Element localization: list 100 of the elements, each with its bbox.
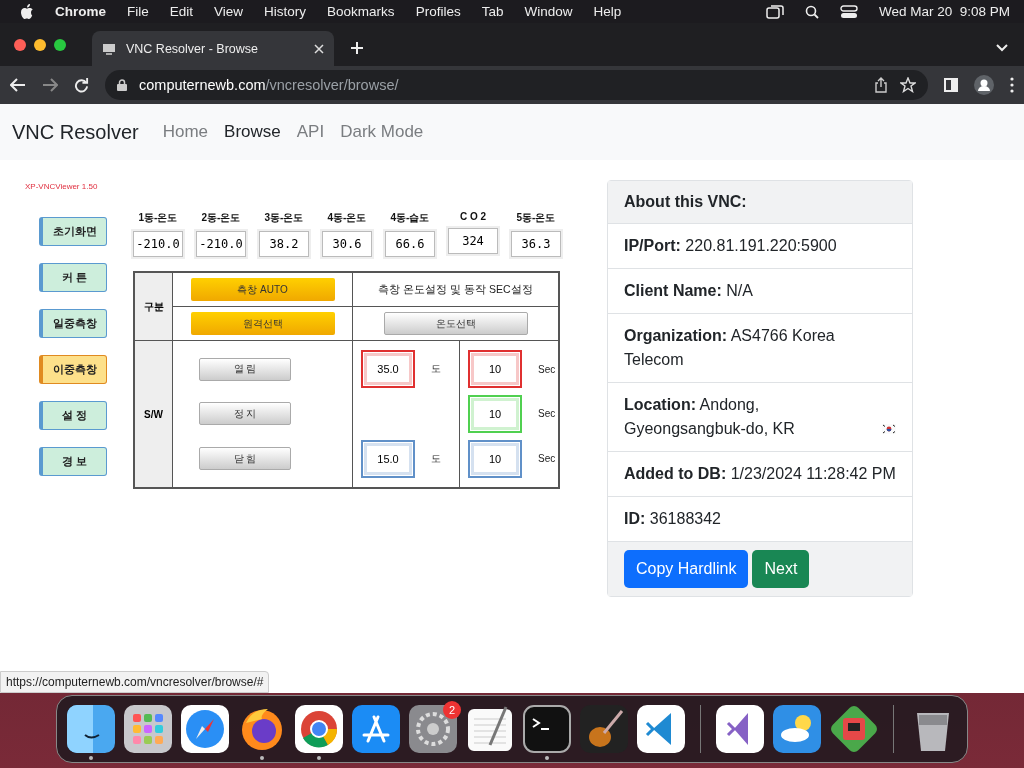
running-indicator [317, 756, 321, 760]
menu-item[interactable]: View [214, 4, 244, 19]
windows-icon[interactable] [765, 4, 784, 19]
browser-tab[interactable]: VNC Resolver - Browse [92, 31, 334, 66]
nav-link[interactable]: Home [162, 122, 209, 142]
side-menu-button[interactable]: 설 정 [39, 401, 107, 430]
address-bar[interactable]: computernewb.com/vncresolver/browse/ [105, 70, 928, 100]
side-menu-button[interactable]: 이중측창 [39, 355, 107, 384]
compass-icon[interactable] [181, 705, 229, 753]
seconds-field[interactable]: 10 [468, 350, 522, 389]
store-icon[interactable] [352, 705, 400, 753]
notepad-icon[interactable] [466, 705, 514, 753]
sensor-value: -210.0 [196, 231, 246, 257]
sensor-value: 38.2 [259, 231, 309, 257]
close-window-button[interactable] [14, 38, 26, 51]
lock-icon [117, 79, 127, 91]
side-panel-icon[interactable] [944, 78, 958, 92]
flag-icon [882, 424, 896, 434]
menu-item[interactable]: Window [524, 4, 573, 19]
share-icon[interactable] [874, 77, 888, 93]
info-text: ID: 36188342 [624, 509, 721, 529]
zoom-window-button[interactable] [54, 38, 66, 51]
face-split-icon[interactable] [67, 705, 115, 753]
apple-icon[interactable] [20, 3, 34, 20]
menu-item[interactable]: Edit [169, 4, 194, 19]
code-editor-icon[interactable] [637, 705, 685, 753]
star-icon[interactable] [900, 77, 916, 93]
ide-icon[interactable] [716, 705, 764, 753]
running-indicator [89, 756, 93, 760]
unit-label: Sec [538, 408, 556, 420]
unit-label: Sec [538, 363, 556, 375]
chevron-down-icon[interactable] [996, 44, 1008, 52]
profile-icon[interactable] [974, 75, 994, 95]
menu-item[interactable]: Bookmarks [327, 4, 395, 19]
sensor-value: 324 [448, 228, 498, 254]
info-text: Added to DB: 1/23/2024 11:28:42 PM [624, 464, 896, 484]
seconds-field[interactable]: 10 [468, 395, 522, 433]
notification-badge: 2 [443, 701, 461, 719]
row-label: S/W [135, 341, 173, 487]
unit-label: 도 [431, 451, 441, 466]
side-menu-button[interactable]: 초기화면 [39, 217, 107, 246]
row-label: 구분 [135, 273, 173, 341]
switch-button[interactable]: 열 림 [199, 357, 291, 381]
monitor-icon [102, 41, 116, 56]
search-icon[interactable] [804, 4, 819, 19]
minimize-window-button[interactable] [34, 38, 46, 51]
temperature-field[interactable]: 35.0 [361, 350, 415, 389]
sensor-value: 36.3 [511, 231, 561, 257]
side-menu-button[interactable]: 커 튼 [39, 263, 107, 292]
app-grid-icon[interactable] [124, 705, 172, 753]
guitar-icon[interactable] [580, 705, 628, 753]
sensor-label: 4동-온도 [327, 211, 367, 225]
reload-icon[interactable] [74, 77, 89, 93]
action-button[interactable]: Copy Hardlink [624, 550, 749, 588]
running-indicator [545, 756, 549, 760]
menu-item[interactable]: History [264, 4, 307, 19]
terminal-icon[interactable] [523, 705, 571, 753]
sensor-value: -210.0 [133, 231, 183, 257]
forward-icon[interactable] [42, 78, 58, 92]
more-icon[interactable] [1010, 77, 1014, 93]
unit-label: 도 [431, 362, 441, 377]
temp-select-button[interactable]: 온도선택 [383, 312, 528, 335]
action-button[interactable]: Next [752, 550, 810, 588]
menu-item[interactable]: Tab [481, 4, 504, 19]
weather-icon[interactable] [773, 705, 821, 753]
viewer-title: XP-VNCViewer 1.50 [25, 182, 99, 191]
side-menu-button[interactable]: 경 보 [39, 447, 107, 476]
unit-label: Sec [538, 453, 556, 465]
new-tab-icon[interactable] [350, 41, 364, 55]
running-indicator [260, 756, 264, 760]
nav-link[interactable]: API [296, 122, 325, 142]
menu-item[interactable]: File [127, 4, 149, 19]
info-text: Client Name: N/A [624, 281, 753, 301]
nav-link[interactable]: Browse [224, 122, 281, 142]
switch-button[interactable]: 정 지 [199, 402, 291, 426]
brand-link[interactable]: VNC Resolver [12, 120, 139, 144]
app-menu[interactable]: Chrome [55, 4, 106, 19]
settings-icon[interactable] [409, 705, 457, 753]
sensor-value: 30.6 [322, 231, 372, 257]
sensor-label: 4동-습도 [390, 211, 430, 225]
color-ring-icon[interactable] [295, 705, 343, 753]
seconds-field[interactable]: 10 [468, 439, 522, 478]
remote-button[interactable]: 원격선택 [190, 312, 335, 335]
sensor-value: 66.6 [385, 231, 435, 257]
sensor-label: 2동-온도 [201, 211, 241, 225]
side-menu-button[interactable]: 일중측창 [39, 309, 107, 338]
settings-title: 측창 온도설정 및 동작 SEC설정 [378, 282, 533, 297]
back-icon[interactable] [10, 78, 26, 92]
info-text: Organization: AS4766 Korea Telecom [624, 326, 836, 370]
clock[interactable]: Wed Mar 20 9:08 PM [878, 4, 1010, 19]
temperature-field[interactable]: 15.0 [361, 439, 415, 478]
toggles-icon[interactable] [839, 4, 858, 19]
sensor-label: 5동-온도 [516, 211, 556, 225]
close-icon[interactable] [314, 43, 324, 54]
menu-item[interactable]: Help [593, 4, 622, 19]
menu-item[interactable]: Profiles [415, 4, 461, 19]
auto-button[interactable]: 측창 AUTO [190, 278, 335, 301]
nav-link[interactable]: Dark Mode [340, 122, 424, 142]
switch-button[interactable]: 닫 힘 [199, 447, 291, 471]
sensor-label: 3동-온도 [264, 211, 304, 225]
